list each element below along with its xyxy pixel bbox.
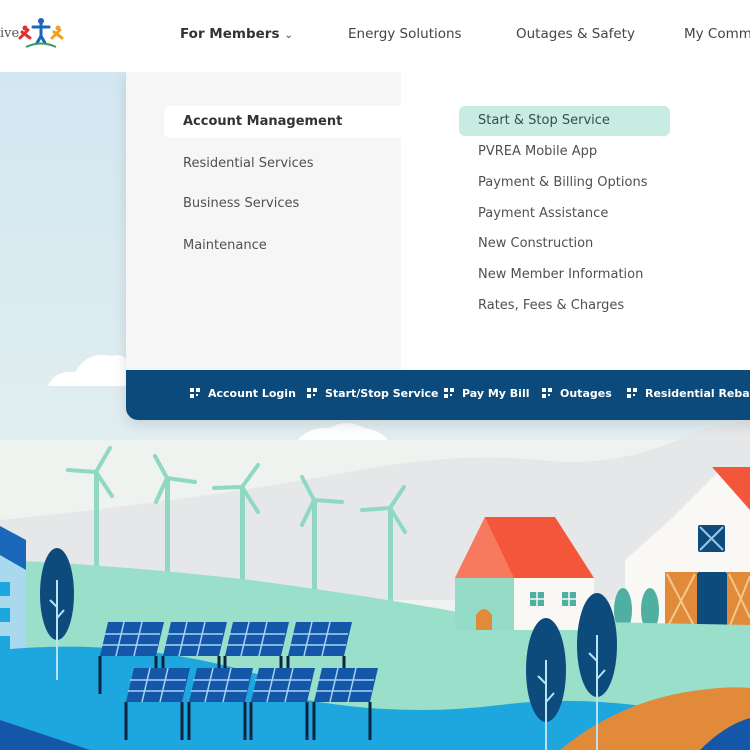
quick-link-label: Account Login <box>208 387 296 400</box>
qr-grid-icon <box>307 388 317 398</box>
menu-link-start-stop-service[interactable]: Start & Stop Service <box>459 106 670 136</box>
quick-link-outages[interactable]: Outages <box>542 387 612 400</box>
quick-link-label: Pay My Bill <box>462 387 530 400</box>
qr-grid-icon <box>190 388 200 398</box>
nav-for-members[interactable]: For Members ⌄ <box>180 26 293 42</box>
qr-grid-icon <box>542 388 552 398</box>
menu-category-maintenance[interactable]: Maintenance <box>183 230 267 262</box>
menu-link-rates-fees[interactable]: Rates, Fees & Charges <box>478 291 624 321</box>
quick-link-label: Outages <box>560 387 612 400</box>
site-header: ive For Members ⌄ Energy Solutions Outage… <box>0 0 750 72</box>
menu-link-payment-billing[interactable]: Payment & Billing Options <box>478 168 647 198</box>
nav-my-community[interactable]: My Comm <box>684 26 750 42</box>
qr-grid-icon <box>627 388 637 398</box>
quick-links-bar: Account Login Start/Stop Service Pay My … <box>126 370 750 420</box>
quick-link-label: Residential Rebate <box>645 387 750 400</box>
chevron-down-icon: ⌄ <box>284 30 293 41</box>
nav-label: For Members <box>180 26 280 42</box>
logo-icon[interactable] <box>18 16 64 50</box>
menu-categories: Account Management Residential Services … <box>126 72 420 370</box>
nav-outages-safety[interactable]: Outages & Safety <box>516 26 635 42</box>
qr-grid-icon <box>444 388 454 398</box>
logo-text[interactable]: ive <box>0 26 19 41</box>
menu-link-mobile-app[interactable]: PVREA Mobile App <box>478 137 597 167</box>
menu-link-payment-assistance[interactable]: Payment Assistance <box>478 199 608 229</box>
quick-link-label: Start/Stop Service <box>325 387 439 400</box>
menu-link-new-member-info[interactable]: New Member Information <box>478 260 643 290</box>
quick-link-start-stop[interactable]: Start/Stop Service <box>307 387 438 400</box>
menu-link-new-construction[interactable]: New Construction <box>478 229 593 259</box>
quick-link-account-login[interactable]: Account Login <box>190 387 296 400</box>
menu-subitems: Start & Stop Service PVREA Mobile App Pa… <box>401 72 750 370</box>
menu-category-business-services[interactable]: Business Services <box>183 188 299 220</box>
mega-menu: Account Management Residential Services … <box>126 72 750 420</box>
menu-category-residential-services[interactable]: Residential Services <box>183 148 314 180</box>
quick-link-residential-rebates[interactable]: Residential Rebate <box>627 387 750 400</box>
nav-energy-solutions[interactable]: Energy Solutions <box>348 26 462 42</box>
menu-category-account-management[interactable]: Account Management <box>164 106 420 138</box>
quick-link-pay-bill[interactable]: Pay My Bill <box>444 387 530 400</box>
